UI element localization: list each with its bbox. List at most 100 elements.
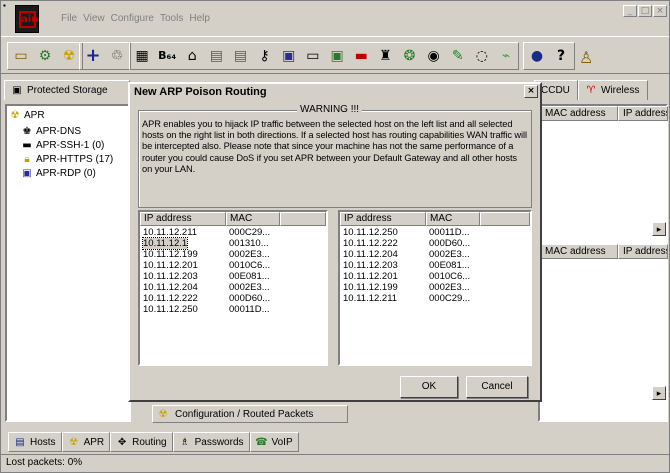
remove-icon[interactable]: ♲ (108, 47, 126, 65)
lm-hash-icon[interactable]: ▤ (208, 47, 224, 65)
minimize-icon[interactable]: _ (623, 5, 637, 17)
warning-group: WARNING !!! APR enables you to hijack IP… (138, 104, 532, 208)
tab-routing[interactable]: ✥ Routing (110, 432, 173, 452)
wireless-scan-icon[interactable]: ◌ (474, 47, 490, 65)
host-mac: 00011D... (429, 227, 470, 238)
tab-passwords[interactable]: ♗ Passwords (172, 432, 250, 452)
password-box-icon[interactable]: ▭ (305, 47, 321, 65)
column-header-ip-2[interactable]: IP address (618, 244, 668, 259)
tree-item-apr-https[interactable]: 🔒︎ APR-HTTPS (17) (21, 152, 113, 166)
host-row[interactable]: 10.11.12.211 000C29... (340, 293, 530, 304)
host-ip: 10.11.12.203 (343, 260, 398, 271)
menu-tools[interactable]: Tools (160, 13, 183, 27)
maximize-icon[interactable]: □ (638, 5, 652, 17)
host-row[interactable]: 10.11.12.1 001310... (140, 237, 326, 250)
host-row[interactable]: 10.11.12.201 0010C6... (340, 271, 530, 282)
tab-configuration-routed-packets[interactable]: ☢ Configuration / Routed Packets (152, 405, 348, 423)
cancel-button[interactable]: Cancel (466, 376, 528, 398)
open-folder-icon[interactable]: ▭ (12, 47, 30, 65)
scroll-right-icon[interactable]: ▸ (652, 222, 666, 236)
host-ip: 10.11.12.250 (143, 304, 198, 315)
left-host-list[interactable]: IP address MAC 10.11.12.211 000C29... 10.1… (138, 210, 328, 366)
host-mac: 0002E3... (229, 282, 270, 293)
column-header-mac-2[interactable]: MAC address (540, 244, 618, 259)
tab-wireless[interactable]: ♈ Wireless (578, 80, 648, 100)
traceroute-icon[interactable]: ♜ (377, 47, 393, 65)
tab-voip[interactable]: ☎ VoIP (249, 432, 299, 452)
host-row[interactable]: 10.11.12.199 0002E3... (340, 282, 530, 293)
menu-help[interactable]: Help (189, 13, 210, 27)
info-icon[interactable]: ● (528, 47, 546, 65)
tree-item-apr-rdp[interactable]: ▣ APR-RDP (0) (21, 166, 96, 180)
radiation-icon: ☢ (69, 436, 79, 448)
cisco-pix-icon[interactable]: ▬ (353, 47, 369, 65)
title-bar: ▪ ain File View Configure Tools Help _ □… (1, 1, 669, 35)
rdp-icon[interactable]: ▣ (281, 47, 297, 65)
host-row[interactable]: 10.11.12.211 000C29... (140, 227, 326, 238)
tree-item-apr[interactable]: ☢ APR (9, 108, 45, 122)
menu-view[interactable]: View (83, 13, 105, 27)
host-row[interactable]: 10.11.12.204 0002E3... (340, 249, 530, 260)
tab-protected-storage[interactable]: ▣ Protected Storage (4, 80, 130, 100)
host-mac: 0010C6... (229, 260, 271, 271)
scroll-right-icon[interactable]: ▸ (652, 386, 666, 400)
radiation-icon: ☢ (10, 109, 20, 121)
tree-item-apr-ssh[interactable]: ▬ APR-SSH-1 (0) (21, 138, 104, 152)
host-row[interactable]: 10.11.12.250 00011D... (140, 304, 326, 315)
tab-hosts[interactable]: ▤ Hosts (8, 432, 62, 452)
host-row[interactable]: 10.11.12.203 00E081... (340, 260, 530, 271)
host-row[interactable]: 10.11.12.222 000D60... (340, 238, 530, 249)
base64-icon[interactable]: B₆₄ (158, 47, 176, 65)
host-ip: 10.11.12.203 (143, 271, 198, 282)
sniffer-icon[interactable]: ⚙ (36, 47, 54, 65)
left-column-spacer (280, 212, 326, 226)
right-column-ip[interactable]: IP address (340, 212, 426, 226)
voip-icon[interactable]: ⌁ (498, 47, 514, 65)
radiation-icon: ☢ (158, 408, 168, 420)
host-mac: 0010C6... (429, 271, 471, 282)
cisco-icon[interactable]: ▣ (329, 47, 345, 65)
lost-packets-status: Lost packets: 0% (6, 457, 83, 468)
hash-calc-icon[interactable]: ✎ (450, 47, 466, 65)
host-ip: 10.11.12.250 (343, 227, 398, 238)
host-row[interactable]: 10.11.12.222 000D60... (140, 293, 326, 304)
host-mac: 0002E3... (229, 249, 270, 260)
help-icon[interactable]: ? (552, 47, 570, 65)
column-header-ip[interactable]: IP address (618, 106, 668, 121)
host-mac: 000C29... (229, 227, 271, 238)
tree-item-apr-dns[interactable]: ♚ APR-DNS (21, 124, 82, 138)
host-row[interactable]: 10.11.12.203 00E081... (140, 271, 326, 282)
antenna-icon[interactable]: ♙ (579, 48, 593, 67)
left-column-ip[interactable]: IP address (140, 212, 226, 226)
host-row[interactable]: 10.11.12.204 0002E3... (140, 282, 326, 293)
host-row[interactable]: 10.11.12.201 0010C6... (140, 260, 326, 271)
sid-icon[interactable]: ❂ (401, 47, 417, 65)
rsa-icon[interactable]: ◉ (426, 47, 442, 65)
left-column-mac[interactable]: MAC (226, 212, 280, 226)
tab-apr[interactable]: ☢ APR (61, 432, 111, 452)
ok-button[interactable]: OK (400, 376, 458, 398)
host-ip: 10.11.12.204 (143, 282, 198, 293)
right-column-mac[interactable]: MAC (426, 212, 480, 226)
host-mac: 000D60... (229, 293, 271, 304)
menu-configure[interactable]: Configure (111, 13, 154, 27)
right-column-spacer (480, 212, 530, 226)
host-row[interactable]: 10.11.12.250 00011D... (340, 227, 530, 238)
close-icon[interactable]: × (653, 5, 667, 17)
terminal-icon: ▬ (22, 139, 32, 151)
column-header-mac[interactable]: MAC address (540, 106, 618, 121)
network-icon[interactable]: ⌂ (184, 47, 200, 65)
system-menu-icon[interactable]: ▪ (3, 2, 11, 10)
dialog-close-icon[interactable]: × (524, 85, 538, 98)
menu-file[interactable]: File (61, 13, 77, 27)
network-icon: ♚ (22, 125, 32, 137)
add-icon[interactable]: + (84, 47, 102, 65)
bottom-nav-tabs: ▤ Hosts ☢ APR ✥ Routing ♗ Passwords ☎ Vo… (8, 432, 299, 452)
radiation-icon[interactable]: ☢ (60, 47, 78, 65)
status-bar: Lost packets: 0% (1, 454, 669, 472)
right-host-list[interactable]: IP address MAC 10.11.12.250 00011D... 10.1… (338, 210, 532, 366)
host-row[interactable]: 10.11.12.199 0002E3... (140, 249, 326, 260)
decoder-icon[interactable]: ▦ (134, 47, 150, 65)
ntlm-hash-icon[interactable]: ▤ (232, 47, 248, 65)
key-icon[interactable]: ⚷ (257, 47, 273, 65)
